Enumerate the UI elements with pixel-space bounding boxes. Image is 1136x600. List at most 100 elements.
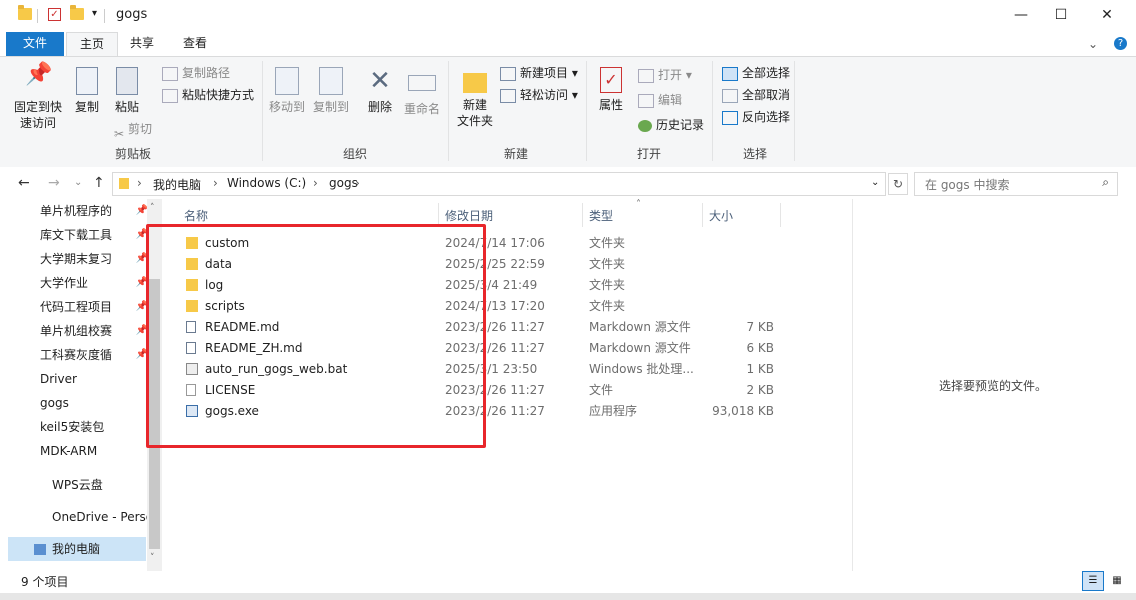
ribbon: 📌 固定到快 速访问 复制 粘贴 复制路径 粘贴快捷方式 ✂ 剪切 剪贴板 移动到… <box>0 56 1136 168</box>
breadcrumb-gogs[interactable]: gogs <box>329 176 358 190</box>
sidebar-item-label: 大学期末复习 <box>40 252 113 266</box>
details-view-icon[interactable]: ☰ <box>1082 571 1104 591</box>
sidebar-item-label: 库文下载工具 <box>40 228 113 242</box>
column-header-type[interactable]: 类型 <box>589 207 613 224</box>
back-arrow-icon[interactable]: ← <box>18 175 30 191</box>
sidebar-item-label: WPS云盘 <box>52 478 103 492</box>
history-button[interactable]: 历史记录 <box>638 115 704 135</box>
title-bar: ✓ ▾ gogs — ☐ ✕ <box>0 0 1136 32</box>
new-folder-quick-icon[interactable] <box>70 5 84 20</box>
address-bar[interactable]: › 我的电脑 › Windows (C:) › gogs › ⌄ <box>112 172 886 196</box>
search-input[interactable]: 在 gogs 中搜索 ⌕ <box>914 172 1118 196</box>
forward-arrow-icon[interactable]: → <box>48 175 60 191</box>
address-row: ← → ⌄ ↑ › 我的电脑 › Windows (C:) › gogs › ⌄… <box>0 167 1136 199</box>
maximize-button[interactable]: ☐ <box>1038 0 1084 32</box>
select-none-button[interactable]: 全部取消 <box>722 85 790 105</box>
refresh-icon[interactable]: ↻ <box>888 173 908 195</box>
file-type: 文件 <box>589 383 614 397</box>
sidebar-item-label: 单片机组校赛 <box>40 324 113 338</box>
address-dropdown-icon[interactable]: ⌄ <box>871 177 879 188</box>
organize-group-label: 组织 <box>342 147 367 161</box>
window-title: gogs <box>116 7 148 22</box>
computer-icon <box>34 544 46 555</box>
select-group-label: 选择 <box>742 147 767 161</box>
select-all-icon <box>722 66 738 81</box>
tab-file[interactable]: 文件 <box>6 32 64 56</box>
sidebar-item[interactable]: 单片机程序的 📌 <box>40 199 148 223</box>
scroll-up-icon[interactable]: ˄ <box>150 203 155 213</box>
tab-share[interactable]: 共享 <box>118 32 166 56</box>
scissors-icon: ✂ <box>114 126 125 141</box>
sidebar-item[interactable]: 大学期末复习 📌 <box>40 247 148 271</box>
sidebar-item-label: 我的电脑 <box>52 542 101 556</box>
sort-up-icon: ˄ <box>636 199 641 210</box>
up-arrow-icon[interactable]: ↑ <box>93 175 105 191</box>
sidebar-item[interactable]: WPS云盘 <box>52 473 160 497</box>
easy-access-button[interactable]: 轻松访问 ▾ <box>500 85 578 105</box>
sidebar-item[interactable]: 工科赛灰度循 📌 <box>40 343 148 367</box>
sidebar-item[interactable]: 代码工程项目 📌 <box>40 295 148 319</box>
sidebar-item-label: keil5安装包 <box>40 420 105 434</box>
column-header-size[interactable]: 大小 <box>709 207 733 224</box>
close-button[interactable]: ✕ <box>1084 0 1130 32</box>
clipboard-icon <box>116 67 138 95</box>
rename-button[interactable]: 重命名 <box>400 67 444 117</box>
sidebar-item-label: 单片机程序的 <box>40 204 113 218</box>
sidebar-item[interactable]: 我的电脑 <box>8 537 146 561</box>
pin-quick-access-button[interactable]: 📌 固定到快 速访问 <box>10 64 66 131</box>
sidebar-item-label: gogs <box>40 396 69 410</box>
sidebar-item[interactable]: MDK-ARM <box>40 439 148 463</box>
column-header-date[interactable]: 修改日期 <box>445 207 493 224</box>
chevron-down-icon[interactable]: ▾ <box>92 8 97 19</box>
tab-view[interactable]: 查看 <box>168 32 222 56</box>
paste-button[interactable]: 粘贴 <box>110 67 144 115</box>
sidebar-item[interactable]: 单片机组校赛 📌 <box>40 319 148 343</box>
sidebar-item[interactable]: Driver <box>40 367 148 391</box>
breadcrumb-windows-c[interactable]: Windows (C:) <box>227 176 306 190</box>
file-type: Windows 批处理... <box>589 362 694 376</box>
search-icon[interactable]: ⌕ <box>1102 175 1109 190</box>
column-header-name[interactable]: 名称 <box>184 207 208 224</box>
tab-home[interactable]: 主页 <box>66 32 118 57</box>
sidebar-item[interactable]: 库文下载工具 📌 <box>40 223 148 247</box>
folder-icon <box>18 5 32 20</box>
file-size: 6 KB <box>746 341 774 355</box>
sidebar-item[interactable]: OneDrive - Perso <box>52 505 160 529</box>
help-icon[interactable]: ? <box>1114 37 1127 50</box>
sidebar-item-label: OneDrive - Perso <box>52 510 154 524</box>
sidebar-item[interactable]: keil5安装包 <box>40 415 148 439</box>
file-type: 应用程序 <box>589 404 638 418</box>
move-to-button[interactable]: 移动到 <box>266 67 308 115</box>
sidebar-item[interactable]: 大学作业 📌 <box>40 271 148 295</box>
new-folder-button[interactable]: 新建 文件夹 <box>452 67 498 129</box>
invert-selection-icon <box>722 110 738 125</box>
invert-selection-button[interactable]: 反向选择 <box>722 107 790 127</box>
file-type: 文件夹 <box>589 257 626 271</box>
copy-to-button[interactable]: 复制到 <box>310 67 352 115</box>
large-icons-view-icon[interactable]: ▦ <box>1106 571 1128 591</box>
scroll-down-icon[interactable]: ˅ <box>150 553 155 563</box>
copy-button[interactable]: 复制 <box>70 67 104 115</box>
properties-quick-icon[interactable]: ✓ <box>48 8 61 21</box>
edit-button[interactable]: 编辑 <box>638 90 682 110</box>
breadcrumb-my-computer[interactable]: 我的电脑 <box>153 176 201 193</box>
file-size: 1 KB <box>746 362 774 376</box>
delete-button[interactable]: ✕ 删除 <box>362 67 398 115</box>
open-group-label: 打开 <box>636 147 661 161</box>
properties-icon: ✓ <box>600 67 622 93</box>
ribbon-tabs: 文件 主页 共享 查看 ⌄ ? <box>0 32 1136 57</box>
select-all-button[interactable]: 全部选择 <box>722 63 790 83</box>
copy-path-button[interactable]: 复制路径 <box>162 63 230 83</box>
properties-button[interactable]: ✓ 属性 <box>592 67 630 113</box>
file-type: 文件夹 <box>589 299 626 313</box>
sidebar-item[interactable]: gogs <box>40 391 148 415</box>
file-type: Markdown 源文件 <box>589 341 691 355</box>
paste-shortcut-button[interactable]: 粘贴快捷方式 <box>162 85 254 105</box>
cut-button[interactable]: ✂ 剪切 <box>114 119 152 141</box>
recent-locations-chevron-icon[interactable]: ⌄ <box>74 177 82 188</box>
copy-icon <box>76 67 98 95</box>
delete-x-icon: ✕ <box>369 66 391 96</box>
collapse-ribbon-icon[interactable]: ⌄ <box>1088 37 1098 51</box>
new-item-button[interactable]: 新建项目 ▾ <box>500 63 578 83</box>
open-button[interactable]: 打开 ▾ <box>638 65 692 85</box>
